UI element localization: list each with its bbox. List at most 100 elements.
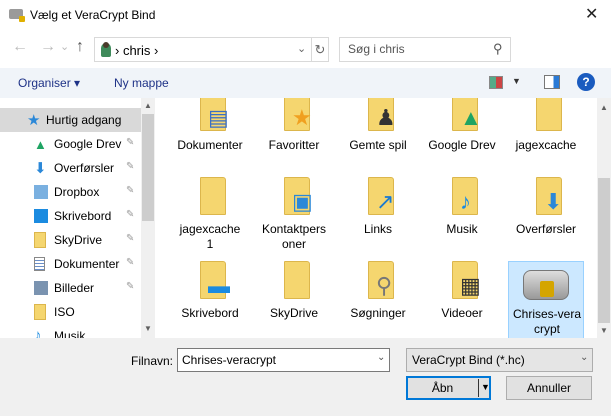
file-item[interactable]: ♟ Gemte spil — [340, 98, 416, 177]
address-bar[interactable]: › chris › — [94, 37, 329, 62]
pin-icon[interactable]: ✎ — [126, 137, 134, 148]
sidebar-item-label: Musik — [54, 329, 86, 338]
file-name: Søgninger — [350, 306, 406, 320]
google-drive-icon: ▲ — [34, 137, 47, 152]
change-view-icon[interactable] — [489, 76, 503, 89]
sidebar-item-label: SkyDrive — [54, 233, 103, 247]
toolbar: Organiser ▾ Ny mappe ▼ ? — [0, 68, 611, 98]
file-item[interactable]: ▦ Videoer — [424, 261, 500, 338]
open-options-dropdown[interactable]: ▼ — [481, 382, 490, 392]
file-name: Chrises-veracrypt — [513, 307, 582, 336]
file-name: Overførsler — [516, 222, 576, 236]
scrollbar-thumb[interactable] — [142, 114, 154, 221]
chess-pawn-icon: ♟ — [376, 105, 396, 130]
file-name: Musik — [446, 222, 478, 236]
folder-icon — [34, 304, 46, 320]
file-name: Links — [363, 222, 392, 236]
sidebar-item[interactable]: Dokumenter ✎ — [0, 252, 141, 276]
scroll-up-arrow[interactable]: ▲ — [597, 103, 611, 112]
close-button[interactable]: ✕ — [585, 4, 598, 24]
dialog-footer: Filnavn: Chrises-veracrypt ⌄ VeraCrypt B… — [0, 338, 611, 416]
sidebar-item[interactable]: ⬇ Overførsler ✎ — [0, 156, 141, 180]
desktop-icon — [34, 209, 48, 223]
filename-label: Filnavn: — [131, 354, 174, 368]
sidebar-item[interactable]: ISO — [0, 300, 141, 324]
view-options-dropdown[interactable]: ▼ — [512, 76, 521, 86]
scroll-down-arrow[interactable]: ▼ — [597, 326, 611, 335]
sidebar-item-label: Dokumenter — [54, 257, 120, 271]
sidebar-item[interactable]: ♪ Musik — [0, 324, 141, 338]
file-name: Skrivebord — [181, 306, 239, 320]
search-input[interactable]: Søg i chris — [339, 37, 511, 62]
pin-icon[interactable]: ✎ — [126, 185, 134, 196]
pin-icon[interactable]: ✎ — [126, 209, 134, 220]
sidebar-item-label: Hurtig adgang — [46, 113, 122, 127]
recent-locations-button[interactable]: ⌄ — [60, 40, 69, 53]
sidebar-item[interactable]: SkyDrive ✎ — [0, 228, 141, 252]
file-name: jagexcache — [515, 138, 577, 152]
film-icon: ▦ — [460, 273, 481, 298]
file-item[interactable]: ▤ Dokumenter — [172, 98, 248, 177]
dropbox-icon — [34, 185, 48, 199]
organize-button[interactable]: Organiser ▾ — [18, 76, 80, 90]
pin-icon[interactable]: ✎ — [126, 257, 134, 268]
scroll-down-arrow[interactable]: ▼ — [141, 324, 155, 333]
document-icon: ▤ — [208, 105, 229, 130]
filename-dropdown-button[interactable]: ⌄ — [377, 352, 385, 363]
file-item[interactable]: ▣ Kontaktpersoner — [256, 177, 332, 261]
pin-icon[interactable]: ✎ — [126, 233, 134, 244]
file-item[interactable]: SkyDrive — [256, 261, 332, 338]
folder-icon — [200, 177, 226, 215]
split-divider — [478, 379, 479, 397]
help-button[interactable]: ? — [577, 73, 595, 91]
window-title: Vælg et VeraCrypt Bind — [30, 8, 156, 22]
sidebar-item[interactable]: Skrivebord ✎ — [0, 204, 141, 228]
file-item[interactable]: ♪ Musik — [424, 177, 500, 261]
file-item[interactable]: ▬ Skrivebord — [172, 261, 248, 338]
filename-input[interactable]: Chrises-veracrypt — [177, 348, 390, 372]
file-item[interactable]: ⬇ Overførsler — [508, 177, 584, 261]
scrollbar-thumb[interactable] — [598, 178, 610, 323]
veracrypt-drive-icon — [9, 9, 25, 22]
file-name: jagexcache 1 — [179, 222, 241, 251]
file-item[interactable]: jagexcache 1 — [172, 177, 248, 261]
file-name: Videoer — [441, 306, 483, 320]
user-icon — [101, 42, 111, 57]
desktop-icon: ▬ — [208, 273, 230, 298]
sidebar-item[interactable]: ▲ Google Drev ✎ — [0, 132, 141, 156]
back-button[interactable]: ← — [12, 38, 28, 56]
up-button[interactable]: ↑ — [76, 38, 84, 56]
sidebar-item[interactable]: ★ Hurtig adgang — [0, 108, 141, 132]
forward-button[interactable]: → — [40, 38, 56, 56]
music-note-icon: ♪ — [460, 189, 471, 214]
file-list-scrollbar[interactable]: ▲ ▼ — [597, 98, 611, 338]
scroll-up-arrow[interactable]: ▲ — [141, 101, 155, 110]
file-type-select[interactable]: VeraCrypt Bind (*.hc) — [406, 348, 593, 372]
sidebar-item[interactable]: Dropbox ✎ — [0, 180, 141, 204]
pin-icon[interactable]: ✎ — [126, 161, 134, 172]
file-name: Kontaktpersoner — [261, 222, 327, 251]
pictures-icon — [34, 281, 48, 295]
file-item[interactable]: ★ Favoritter — [256, 98, 332, 177]
breadcrumb[interactable]: › chris › — [115, 43, 158, 58]
new-folder-button[interactable]: Ny mappe — [114, 76, 169, 90]
file-item[interactable]: jagexcache — [508, 98, 584, 177]
preview-pane-icon[interactable] — [544, 75, 560, 89]
file-item[interactable]: ▲ Google Drev — [424, 98, 500, 177]
sidebar-item[interactable]: Billeder ✎ — [0, 276, 141, 300]
open-label: Åbn — [431, 381, 454, 395]
refresh-button[interactable]: ↻ — [311, 37, 329, 62]
navigation-scrollbar[interactable]: ▲ ▼ — [141, 98, 155, 338]
file-name: Gemte spil — [349, 138, 407, 152]
file-item[interactable]: ⚲ Søgninger — [340, 261, 416, 338]
address-dropdown-button[interactable]: ⌄ — [297, 37, 311, 62]
sidebar-item-label: Overførsler — [54, 161, 114, 175]
sidebar-item-label: Google Drev — [54, 137, 122, 151]
search-icon[interactable]: ⚲ — [493, 41, 503, 57]
file-item[interactable]: Chrises-veracrypt — [508, 261, 584, 338]
cancel-button[interactable]: Annuller — [506, 376, 592, 400]
file-item[interactable]: ↗ Links — [340, 177, 416, 261]
download-icon: ⬇ — [544, 189, 563, 214]
pin-icon[interactable]: ✎ — [126, 281, 134, 292]
chevron-down-icon[interactable]: ⌄ — [580, 352, 588, 363]
